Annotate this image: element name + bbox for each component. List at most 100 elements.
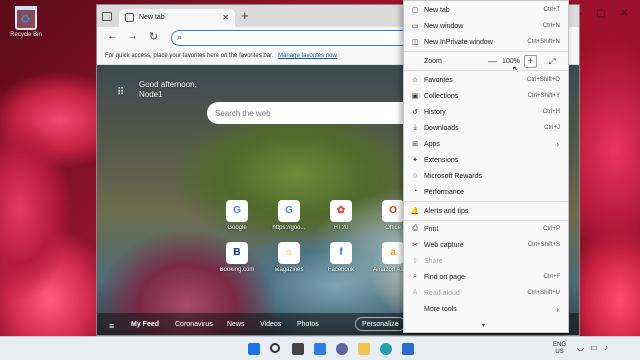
tab-videos[interactable]: Videos	[260, 321, 281, 328]
google-icon: G	[278, 200, 300, 222]
menu-item-label: Read aloud	[424, 290, 460, 297]
share-icon: ⇪	[412, 258, 418, 265]
greeting: Good afternoon, Node1	[139, 80, 197, 100]
recycle-bin[interactable]: Recycle Bin	[4, 4, 48, 38]
favorites-icon: ☆	[411, 77, 419, 84]
google-icon: G	[226, 200, 248, 222]
tab-favicon-icon	[125, 13, 134, 22]
fullscreen-icon[interactable]: ⤢	[549, 57, 555, 67]
zoom-in-button[interactable]: +	[524, 55, 537, 68]
chevron-right-icon: ›	[556, 305, 559, 314]
settings-menu: ▢ New tab Ctrl+T ▭ New window Ctrl+N ◫ N…	[403, 0, 569, 333]
recycle-bin-icon	[15, 6, 37, 30]
menu-item-find-on-page[interactable]: ⌕ Find on page Ctrl+F	[404, 270, 568, 285]
app-launcher-icon[interactable]: ⠿	[117, 87, 125, 98]
menu-item-inprivate[interactable]: ◫ New InPrivate window Ctrl+Shift+N	[404, 35, 568, 50]
menu-item-more-tools[interactable]: More tools ›	[404, 302, 568, 317]
menu-item-downloads[interactable]: ⤓ Downloads Ctrl+J	[404, 121, 568, 136]
new-tab-button[interactable]: +	[241, 9, 249, 23]
menu-item-favorites[interactable]: ☆ Favorites Ctrl+Shift+O	[404, 73, 568, 88]
tile-label: Magazines	[274, 267, 304, 273]
menu-item-shortcut: Ctrl+Shift+S	[527, 242, 560, 248]
maximize-icon[interactable]: ▢	[596, 8, 605, 19]
lang-code: ENG	[552, 342, 566, 348]
print-icon: ⎙	[412, 225, 418, 232]
widgets-icon[interactable]	[314, 343, 326, 355]
menu-item-shortcut: Ctrl+H	[542, 109, 560, 115]
refresh-icon[interactable]: ↻	[149, 30, 158, 43]
chevron-right-icon: ›	[556, 140, 559, 149]
manage-favorites-link[interactable]: Manage favorites now	[278, 53, 337, 59]
menu-item-web-capture[interactable]: ✂ Web capture Ctrl+Shift+S	[404, 238, 568, 253]
tab-actions-icon[interactable]	[102, 12, 112, 21]
menu-item-new-window[interactable]: ▭ New window Ctrl+N	[404, 19, 568, 34]
menu-item-new-tab[interactable]: ▢ New tab Ctrl+T	[404, 3, 568, 18]
web-capture-icon: ✂	[412, 242, 418, 249]
menu-item-shortcut: Ctrl+J	[544, 125, 560, 131]
downloads-icon: ⤓	[413, 124, 417, 131]
system-tray-icons[interactable]: ◡ ▭ ♪	[577, 343, 610, 352]
tile-label: Facebook	[327, 267, 355, 273]
menu-item-collections[interactable]: ▣ Collections Ctrl+Shift+Y	[404, 89, 568, 104]
menu-item-shortcut: Ctrl+T	[543, 7, 561, 13]
forward-icon[interactable]: →	[127, 30, 138, 42]
quick-link-tile[interactable]: G https://goo...	[265, 200, 313, 231]
menu-item-alerts[interactable]: 🔔 Alerts and tips	[404, 204, 568, 219]
task-view-icon[interactable]	[292, 343, 304, 355]
apps-icon: ⊞	[412, 141, 418, 148]
menu-item-shortcut: Ctrl+Shift+Y	[527, 93, 560, 99]
menu-item-label: New tab	[424, 7, 450, 14]
personalize-label: Personalize	[362, 321, 399, 328]
photos-icon: ✿	[330, 200, 352, 222]
office-icon: O	[382, 200, 404, 222]
quick-link-tile[interactable]: B Booking.com	[213, 242, 261, 273]
menu-item-apps[interactable]: ⊞ Apps ›	[404, 137, 568, 152]
back-icon[interactable]: ←	[107, 30, 118, 42]
menu-item-label: New InPrivate window	[424, 39, 493, 46]
zoom-out-button[interactable]: —	[488, 56, 497, 66]
tab-close-icon[interactable]: ✕	[222, 13, 229, 22]
tab-title: New tab	[139, 14, 165, 21]
edge-icon[interactable]	[380, 343, 392, 355]
scroll-down-icon[interactable]: ▾	[482, 322, 485, 329]
address-bar[interactable]: ⌕	[171, 30, 411, 46]
menu-item-performance[interactable]: ◔ Performance	[404, 185, 568, 200]
close-icon[interactable]: ✕	[620, 8, 628, 19]
feed-menu-icon[interactable]: ≡	[109, 321, 114, 331]
menu-item-label: Share	[424, 258, 443, 265]
quick-link-tile[interactable]: G Google	[213, 200, 261, 231]
store-icon[interactable]	[402, 343, 414, 355]
tab-photos[interactable]: Photos	[297, 321, 319, 328]
search-icon[interactable]	[270, 343, 280, 353]
personalize-button[interactable]: Personalize	[355, 317, 406, 331]
chat-icon[interactable]	[336, 343, 348, 355]
menu-item-label: More tools	[424, 306, 457, 313]
menu-item-label: Extensions	[424, 157, 459, 164]
menu-item-history[interactable]: ↺ History Ctrl+H	[404, 105, 568, 120]
tab-coronavirus[interactable]: Coronavirus	[175, 321, 213, 328]
menu-item-print[interactable]: ⎙ Print Ctrl+P	[404, 222, 568, 237]
menu-item-label: Collections	[424, 93, 459, 100]
menu-item-label: Zoom	[424, 58, 442, 65]
menu-item-label: New window	[424, 23, 464, 30]
tab-my-feed[interactable]: My Feed	[131, 321, 159, 328]
tab-new-tab[interactable]: New tab ✕	[119, 9, 235, 27]
menu-item-rewards[interactable]: ♢ Microsoft Rewards	[404, 169, 568, 184]
quick-link-tile[interactable]: ⌂ Magazines	[265, 242, 313, 273]
quick-link-tile[interactable]: f Facebook	[317, 242, 365, 273]
amazon-icon: a	[382, 242, 404, 264]
greeting-user: Node1	[139, 90, 163, 99]
menu-separator	[404, 51, 568, 52]
menu-item-extensions[interactable]: ✦ Extensions	[404, 153, 568, 168]
tile-label: Google	[227, 225, 247, 231]
tab-news[interactable]: News	[227, 321, 245, 328]
web-search-input[interactable]: Search the web	[207, 102, 417, 124]
booking-icon: B	[226, 242, 248, 264]
file-explorer-icon[interactable]	[358, 343, 370, 355]
menu-item-label: History	[424, 109, 446, 116]
menu-separator	[404, 220, 568, 221]
rewards-icon: ♢	[411, 173, 419, 180]
start-icon[interactable]	[248, 343, 260, 355]
quick-link-tile[interactable]: ✿ HT20	[317, 200, 365, 231]
language-indicator[interactable]: ENG US	[553, 342, 566, 356]
